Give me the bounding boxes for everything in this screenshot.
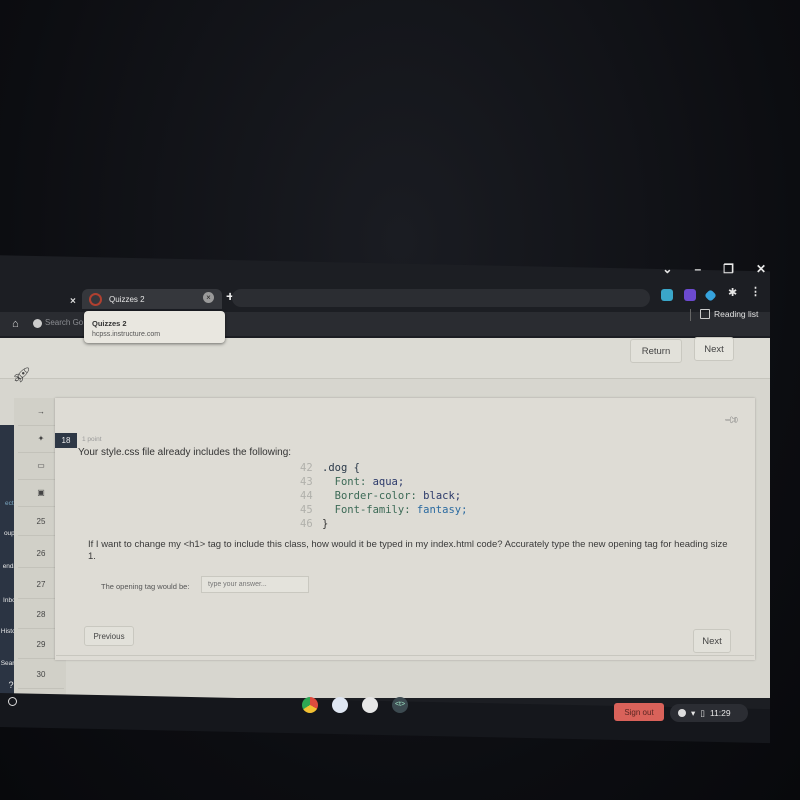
question-number: 18 xyxy=(55,433,77,448)
css-property: Font-family: xyxy=(334,504,411,516)
browser-menu-icon[interactable]: ⋮ xyxy=(750,285,762,298)
reading-list-label: Reading list xyxy=(714,309,759,319)
line-number: 43 xyxy=(300,476,313,488)
hover-card-url: hcpss.instructure.com xyxy=(92,331,161,338)
tab-close-icon[interactable]: × xyxy=(203,292,214,303)
toolbar-divider xyxy=(690,309,691,321)
tab-search-icon[interactable]: ⌄ xyxy=(662,262,672,276)
puzzle-game-extension-icon[interactable] xyxy=(684,289,696,301)
answer-label: The opening tag would be: xyxy=(101,582,190,591)
question-points: 1 point xyxy=(82,436,102,443)
next-top-button[interactable]: Next xyxy=(694,337,734,361)
extensions-puzzle-icon[interactable]: ✱ xyxy=(728,286,740,299)
minimize-button[interactable]: – xyxy=(694,262,701,276)
launcher-icon[interactable] xyxy=(8,697,17,706)
question-link-30[interactable]: 30 xyxy=(18,661,64,689)
tab-title: Quizzes 2 xyxy=(109,294,145,304)
code-line: } xyxy=(322,518,329,530)
answer-input[interactable] xyxy=(201,576,309,593)
notification-icon xyxy=(678,709,686,717)
canvas-favicon-icon xyxy=(89,292,102,306)
browser-tab[interactable]: Quizzes 2 × xyxy=(82,289,222,309)
css-value: black; xyxy=(423,490,462,502)
question-intro: Your style.css file already includes the… xyxy=(78,447,292,458)
next-bottom-button[interactable]: Next xyxy=(693,629,731,653)
download-extension-icon[interactable] xyxy=(661,289,673,301)
status-tray[interactable]: ▾ ▯ 11:29 xyxy=(670,704,748,722)
css-value: aqua; xyxy=(372,476,405,488)
wifi-icon: ▾ xyxy=(691,707,696,718)
google-icon xyxy=(33,319,42,328)
home-icon[interactable]: ⌂ xyxy=(12,318,19,330)
css-property: Border-color: xyxy=(334,490,417,502)
tab-hover-card: Quizzes 2 hcpss.instructure.com xyxy=(84,311,225,343)
sign-out-button[interactable]: Sign out xyxy=(614,703,664,721)
reading-list-button[interactable]: Reading list xyxy=(700,309,758,319)
return-button[interactable]: Return xyxy=(630,339,682,363)
reading-list-icon xyxy=(700,309,710,319)
battery-icon: ▯ xyxy=(700,707,705,718)
css-property: Font: xyxy=(334,476,367,488)
close-window-button[interactable]: ✕ xyxy=(756,262,766,276)
chrome-app-icon[interactable] xyxy=(302,697,318,713)
css-value: fantasy; xyxy=(416,504,468,516)
rocket-icon: 🚀︎ xyxy=(12,367,32,384)
text-app-icon[interactable]: <t> xyxy=(392,697,408,713)
code-block: 42 .dog { 43 Font: aqua; 44 Border-color:… xyxy=(300,461,467,531)
code-line: .dog { xyxy=(322,462,360,474)
line-number: 46 xyxy=(300,518,313,530)
play-store-app-icon[interactable] xyxy=(362,697,378,713)
line-number: 45 xyxy=(300,504,313,516)
address-bar[interactable] xyxy=(232,289,650,307)
window-controls: ⌄ – ❐ ✕ xyxy=(662,262,766,276)
search-google-text[interactable]: Search Go xyxy=(45,318,83,327)
restore-button[interactable]: ❐ xyxy=(723,262,734,276)
question-prompt: If I want to change my <h1> tag to inclu… xyxy=(88,539,728,562)
docs-app-icon[interactable] xyxy=(332,697,348,713)
line-number: 44 xyxy=(300,490,313,502)
hover-card-title: Quizzes 2 xyxy=(92,319,127,328)
line-number: 42 xyxy=(300,462,313,474)
clock: 11:29 xyxy=(709,708,731,718)
prev-tab-close-icon[interactable]: × xyxy=(70,296,76,307)
card-divider xyxy=(56,655,754,656)
previous-button[interactable]: Previous xyxy=(84,626,134,646)
